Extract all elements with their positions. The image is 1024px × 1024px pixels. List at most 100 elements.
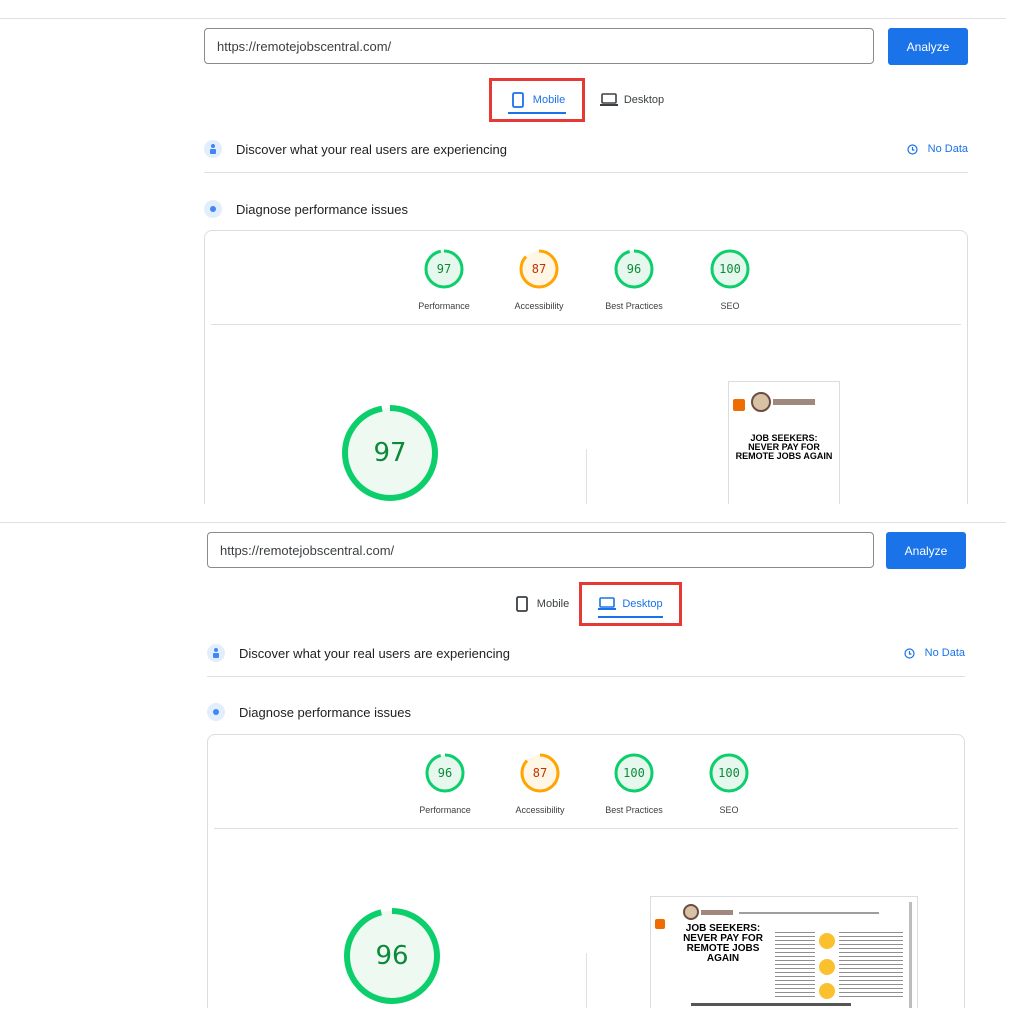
diagnose-icon (207, 703, 225, 721)
performance-gauge-large: 96 (343, 907, 441, 1005)
diagnose-icon (204, 200, 222, 218)
category-performance[interactable]: 96 Performance (400, 753, 490, 815)
score-gauge: 100 (709, 753, 749, 793)
screenshot-headline: JOB SEEKERS: NEVER PAY FOR REMOTE JOBS A… (735, 433, 833, 461)
tab-mobile-label: Mobile (536, 598, 570, 610)
no-data-label: No Data (927, 143, 968, 155)
site-logo-text (773, 399, 815, 405)
tab-mobile-label: Mobile (532, 94, 566, 106)
category-performance[interactable]: 97 Performance (399, 249, 489, 311)
no-data-link[interactable]: No Data (904, 647, 965, 659)
score-value: 96 (437, 766, 453, 780)
vertical-divider (586, 953, 587, 1008)
category-accessibility[interactable]: 87 Accessibility (495, 753, 585, 815)
discover-section: Discover what your real users are experi… (204, 137, 968, 161)
category-label: SEO (720, 301, 740, 311)
vertical-divider (586, 449, 587, 504)
site-logo-text (701, 910, 733, 915)
category-label: SEO (719, 805, 739, 815)
tab-desktop[interactable]: Desktop (592, 78, 672, 122)
score-value: 100 (719, 262, 741, 276)
section-divider (204, 172, 968, 173)
emoji-icon (819, 959, 835, 975)
score-value: 87 (531, 262, 547, 276)
category-label: Accessibility (515, 805, 565, 815)
card-divider (211, 324, 961, 325)
score-gauge: 87 (519, 249, 559, 289)
scores-card: 96 Performance 87 Accessibility 100 Best… (207, 734, 965, 1008)
clock-icon (904, 647, 915, 659)
category-label: Performance (419, 805, 471, 815)
score-gauge: 96 (614, 249, 654, 289)
tab-mobile[interactable]: Mobile (505, 582, 577, 626)
category-label: Performance (418, 301, 470, 311)
active-tab-indicator (598, 616, 663, 618)
performance-score-large: 97 (373, 438, 407, 468)
job-list-right (839, 929, 903, 999)
scores-card: 97 Performance 87 Accessibility 96 Best … (204, 230, 968, 504)
users-icon (207, 644, 225, 662)
tab-mobile[interactable]: Mobile (489, 78, 585, 122)
diagnose-title: Diagnose performance issues (239, 704, 411, 720)
menu-icon (655, 919, 665, 929)
laptop-icon (598, 597, 617, 611)
section-divider (207, 676, 965, 677)
report-panel-desktop: Analyze Mobile Desktop Discover what you… (0, 504, 1024, 1008)
category-best-practices[interactable]: 96 Best Practices (589, 249, 679, 311)
site-logo (751, 392, 771, 412)
score-gauge: 97 (424, 249, 464, 289)
discover-section: Discover what your real users are experi… (207, 641, 965, 665)
performance-gauge-large: 97 (341, 404, 439, 502)
site-logo (683, 904, 699, 920)
performance-score-large: 96 (375, 941, 409, 971)
screenshot-headline: JOB SEEKERS: NEVER PAY FOR REMOTE JOBS A… (683, 923, 763, 964)
phone-icon (513, 596, 531, 612)
tab-desktop-label: Desktop (622, 598, 663, 610)
no-data-label: No Data (924, 647, 965, 659)
top-divider (0, 522, 1006, 523)
category-accessibility[interactable]: 87 Accessibility (494, 249, 584, 311)
category-label: Best Practices (605, 301, 663, 311)
discover-title: Discover what your real users are experi… (236, 141, 507, 157)
phone-icon (509, 92, 527, 108)
emoji-icon (819, 983, 835, 999)
nav-links (739, 912, 879, 914)
newsletter-text (691, 1003, 851, 1006)
category-label: Best Practices (605, 805, 663, 815)
analyze-button[interactable]: Analyze (888, 28, 968, 65)
active-tab-indicator (508, 112, 566, 114)
score-gauge: 96 (425, 753, 465, 793)
emoji-icon (819, 933, 835, 949)
page-screenshot-desktop: JOB SEEKERS: NEVER PAY FOR REMOTE JOBS A… (650, 896, 918, 1008)
tab-desktop[interactable]: Desktop (579, 582, 682, 626)
score-value: 87 (532, 766, 548, 780)
page-screenshot-mobile: JOB SEEKERS: NEVER PAY FOR REMOTE JOBS A… (728, 381, 840, 504)
category-seo[interactable]: 100 SEO (685, 249, 775, 311)
category-seo[interactable]: 100 SEO (684, 753, 774, 815)
scrollbar (909, 902, 912, 1008)
users-icon (204, 140, 222, 158)
diagnose-title: Diagnose performance issues (236, 201, 408, 217)
url-input[interactable] (204, 28, 874, 64)
report-panel-mobile: Analyze Mobile Desktop Discover what you… (0, 0, 1024, 504)
card-divider (214, 828, 958, 829)
top-divider (0, 18, 1006, 19)
tab-desktop-label: Desktop (623, 94, 665, 106)
category-label: Accessibility (514, 301, 564, 311)
score-gauge: 100 (614, 753, 654, 793)
clock-icon (907, 143, 918, 155)
discover-title: Discover what your real users are experi… (239, 645, 510, 661)
no-data-link[interactable]: No Data (907, 143, 968, 155)
job-list-left (775, 929, 815, 999)
score-gauge: 100 (710, 249, 750, 289)
score-value: 96 (626, 262, 642, 276)
score-value: 100 (623, 766, 645, 780)
diagnose-section: Diagnose performance issues (207, 700, 965, 724)
menu-icon (733, 399, 745, 411)
analyze-button[interactable]: Analyze (886, 532, 966, 569)
score-gauge: 87 (520, 753, 560, 793)
diagnose-section: Diagnose performance issues (204, 197, 968, 221)
url-input[interactable] (207, 532, 874, 568)
score-value: 97 (436, 262, 452, 276)
category-best-practices[interactable]: 100 Best Practices (589, 753, 679, 815)
